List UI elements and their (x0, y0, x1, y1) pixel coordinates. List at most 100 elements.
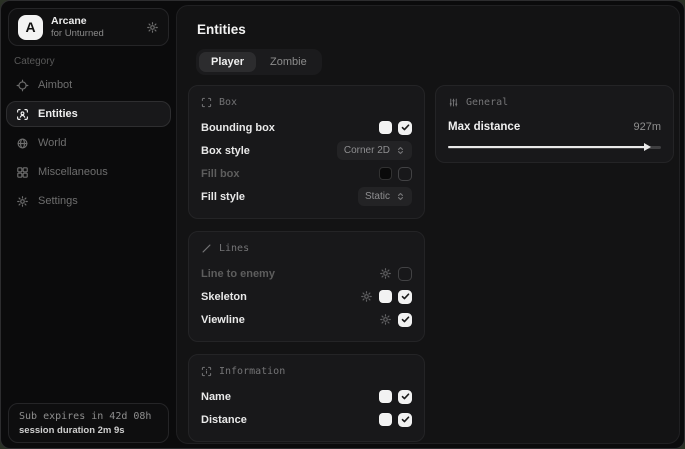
gear-icon (16, 195, 29, 208)
sliders-icon (448, 97, 459, 108)
check-icon (401, 415, 410, 424)
row-label: Box style (201, 145, 250, 157)
brand-text: Arcane for Unturned (51, 15, 104, 40)
row-bounding-box: Bounding box (201, 116, 412, 139)
corners-icon (201, 97, 212, 108)
row-box-style: Box style Corner 2D (201, 139, 412, 162)
max-distance-value: 927m (633, 121, 661, 133)
sidebar-item-world[interactable]: World (6, 130, 171, 156)
fill-style-dropdown[interactable]: Static (358, 187, 412, 206)
row-label: Distance (201, 414, 247, 426)
chevrons-up-down-icon (396, 192, 405, 201)
row-fill-style: Fill style Static (201, 185, 412, 208)
sidebar-item-miscellaneous[interactable]: Miscellaneous (6, 159, 171, 185)
info-brackets-icon (201, 366, 212, 377)
sidebar-item-settings[interactable]: Settings (6, 188, 171, 214)
row-line-to-enemy: Line to enemy (201, 262, 412, 285)
sidebar-item-label: World (38, 137, 67, 149)
app-window: A Arcane for Unturned Category (0, 0, 685, 449)
box-panel-header: Box (201, 97, 412, 108)
row-distance: Distance (201, 408, 412, 431)
color-swatch[interactable] (379, 167, 392, 180)
globe-icon (16, 137, 29, 150)
color-swatch[interactable] (379, 290, 392, 303)
left-column: Box Bounding box Box style (188, 85, 425, 442)
row-label: Bounding box (201, 122, 275, 134)
name-checkbox[interactable] (398, 390, 412, 404)
bounding-box-checkbox[interactable] (398, 121, 412, 135)
subscription-info: Sub expires in 42d 08h session duration … (8, 403, 169, 443)
brand-subtitle: for Unturned (51, 28, 104, 40)
session-duration-text: session duration 2m 9s (19, 425, 158, 436)
check-icon (401, 315, 410, 324)
general-panel: General Max distance 927m (435, 85, 674, 163)
gear-icon[interactable] (379, 313, 392, 326)
page-title: Entities (197, 22, 246, 37)
lines-panel-header: Lines (201, 243, 412, 254)
check-icon (401, 392, 410, 401)
dropdown-value: Static (365, 191, 390, 202)
crosshair-icon (16, 79, 29, 92)
information-panel-header: Information (201, 366, 412, 377)
distance-checkbox[interactable] (398, 413, 412, 427)
row-viewline: Viewline (201, 308, 412, 331)
sidebar-item-entities[interactable]: Entities (6, 101, 171, 127)
sidebar-item-label: Miscellaneous (38, 166, 108, 178)
entity-tabs: Player Zombie (196, 49, 322, 75)
row-label: Fill box (201, 168, 240, 180)
brand-card: A Arcane for Unturned (8, 8, 169, 46)
line-to-enemy-checkbox[interactable] (398, 267, 412, 281)
diagonal-line-icon (201, 243, 212, 254)
row-label: Name (201, 391, 231, 403)
information-panel: Information Name Distance (188, 354, 425, 442)
sidebar-item-aimbot[interactable]: Aimbot (6, 72, 171, 98)
gear-icon[interactable] (360, 290, 373, 303)
dropdown-value: Corner 2D (344, 145, 390, 156)
check-icon (401, 292, 410, 301)
brand-name: Arcane (51, 15, 104, 28)
right-column: General Max distance 927m (435, 85, 674, 163)
sidebar-item-label: Settings (38, 195, 78, 207)
brand-logo: A (18, 15, 43, 40)
tab-zombie[interactable]: Zombie (258, 52, 319, 72)
sidebar-item-label: Entities (38, 108, 78, 120)
sub-expiry-text: Sub expires in 42d 08h (19, 411, 158, 422)
skeleton-checkbox[interactable] (398, 290, 412, 304)
main-panel: Entities Player Zombie Box Bounding box (176, 5, 680, 444)
content-area: Box Bounding box Box style (188, 85, 674, 442)
color-swatch[interactable] (379, 413, 392, 426)
row-name: Name (201, 385, 412, 408)
color-swatch[interactable] (379, 121, 392, 134)
row-label: Line to enemy (201, 268, 275, 280)
sidebar: A Arcane for Unturned Category (1, 1, 176, 448)
box-panel: Box Bounding box Box style (188, 85, 425, 219)
row-fill-box: Fill box (201, 162, 412, 185)
grid-icon (16, 166, 29, 179)
category-label: Category (14, 56, 55, 67)
panel-title: Lines (219, 243, 249, 254)
row-label: Fill style (201, 191, 245, 203)
max-distance-slider[interactable] (448, 142, 661, 152)
lines-panel: Lines Line to enemy Skeleton (188, 231, 425, 342)
panel-title: General (466, 97, 508, 108)
gear-icon[interactable] (379, 267, 392, 280)
sidebar-nav: Aimbot Entities (6, 72, 171, 217)
fill-box-checkbox[interactable] (398, 167, 412, 181)
tab-player[interactable]: Player (199, 52, 256, 72)
gear-icon[interactable] (146, 21, 159, 34)
slider-thumb[interactable] (644, 143, 651, 151)
sidebar-item-label: Aimbot (38, 79, 72, 91)
scan-person-icon (16, 108, 29, 121)
box-style-dropdown[interactable]: Corner 2D (337, 141, 412, 160)
row-label: Skeleton (201, 291, 247, 303)
check-icon (401, 123, 410, 132)
row-skeleton: Skeleton (201, 285, 412, 308)
row-max-distance: Max distance 927m (448, 116, 661, 138)
general-panel-header: General (448, 97, 661, 108)
row-label: Viewline (201, 314, 245, 326)
row-label: Max distance (448, 121, 520, 133)
panel-title: Information (219, 366, 285, 377)
color-swatch[interactable] (379, 390, 392, 403)
viewline-checkbox[interactable] (398, 313, 412, 327)
panel-title: Box (219, 97, 237, 108)
